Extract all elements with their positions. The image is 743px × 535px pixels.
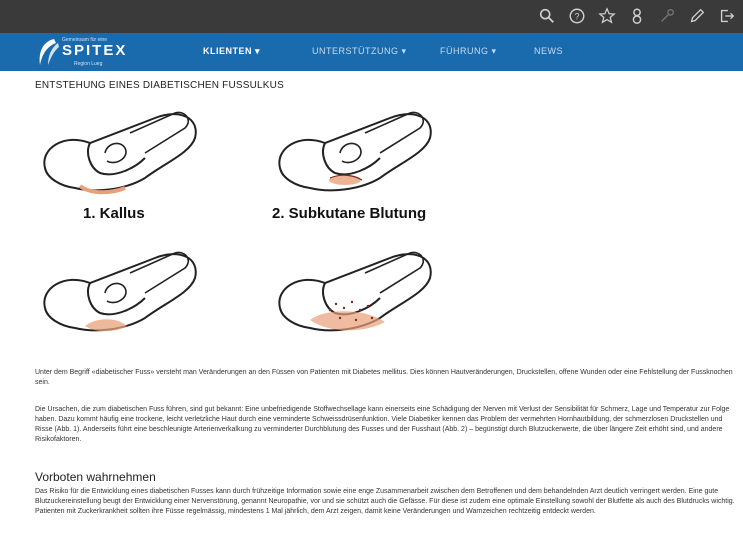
help-icon[interactable]: ? bbox=[567, 6, 587, 26]
page-title: ENTSTEHUNG EINES DIABETISCHEN FUSSULKUS bbox=[35, 80, 284, 91]
search-icon[interactable] bbox=[537, 6, 557, 26]
foot-ulcer-illustration-1 bbox=[43, 251, 197, 332]
nav-item-news[interactable]: NEWS bbox=[534, 46, 563, 56]
section-heading: Vorboten wahrnehmen bbox=[35, 470, 156, 484]
main-navigation: Gemeinsam für eine SPITEX Region Lueg KL… bbox=[0, 33, 743, 71]
top-toolbar: ? bbox=[0, 0, 743, 33]
edit-icon[interactable] bbox=[687, 6, 707, 26]
svg-text:?: ? bbox=[574, 12, 579, 22]
foot-callus-illustration bbox=[43, 111, 197, 195]
spitex-logo[interactable]: Gemeinsam für eine SPITEX Region Lueg bbox=[34, 35, 154, 69]
prevention-paragraph: Das Risiko für die Entwicklung eines dia… bbox=[35, 488, 735, 515]
causes-paragraph: Die Ursachen, die zum diabetischen Fuss … bbox=[35, 406, 730, 443]
logo-wordmark: SPITEX bbox=[62, 42, 128, 59]
foot-bleeding-illustration bbox=[278, 111, 432, 192]
nav-item-fuehrung[interactable]: FÜHRUNG ▾ bbox=[440, 46, 497, 57]
nav-item-klienten[interactable]: KLIENTEN ▾ bbox=[203, 46, 260, 57]
star-icon[interactable] bbox=[597, 6, 617, 26]
figure-label-bleeding: 2. Subkutane Blutung bbox=[272, 205, 427, 222]
user-icon[interactable] bbox=[627, 6, 647, 26]
intro-paragraph: Unter dem Begriff «diabetischer Fuss» ve… bbox=[35, 369, 733, 386]
figure-label-callus: 1. Kallus bbox=[83, 205, 145, 222]
foot-ulcer-illustration-2 bbox=[278, 251, 432, 332]
key-icon[interactable] bbox=[657, 6, 677, 26]
logout-icon[interactable] bbox=[717, 6, 737, 26]
nav-item-unterstuetzung[interactable]: UNTERSTÜTZUNG ▾ bbox=[312, 46, 407, 57]
logo-swoosh-icon bbox=[39, 39, 59, 65]
logo-region: Region Lueg bbox=[74, 61, 103, 67]
toolbar-icons: ? bbox=[537, 6, 737, 26]
